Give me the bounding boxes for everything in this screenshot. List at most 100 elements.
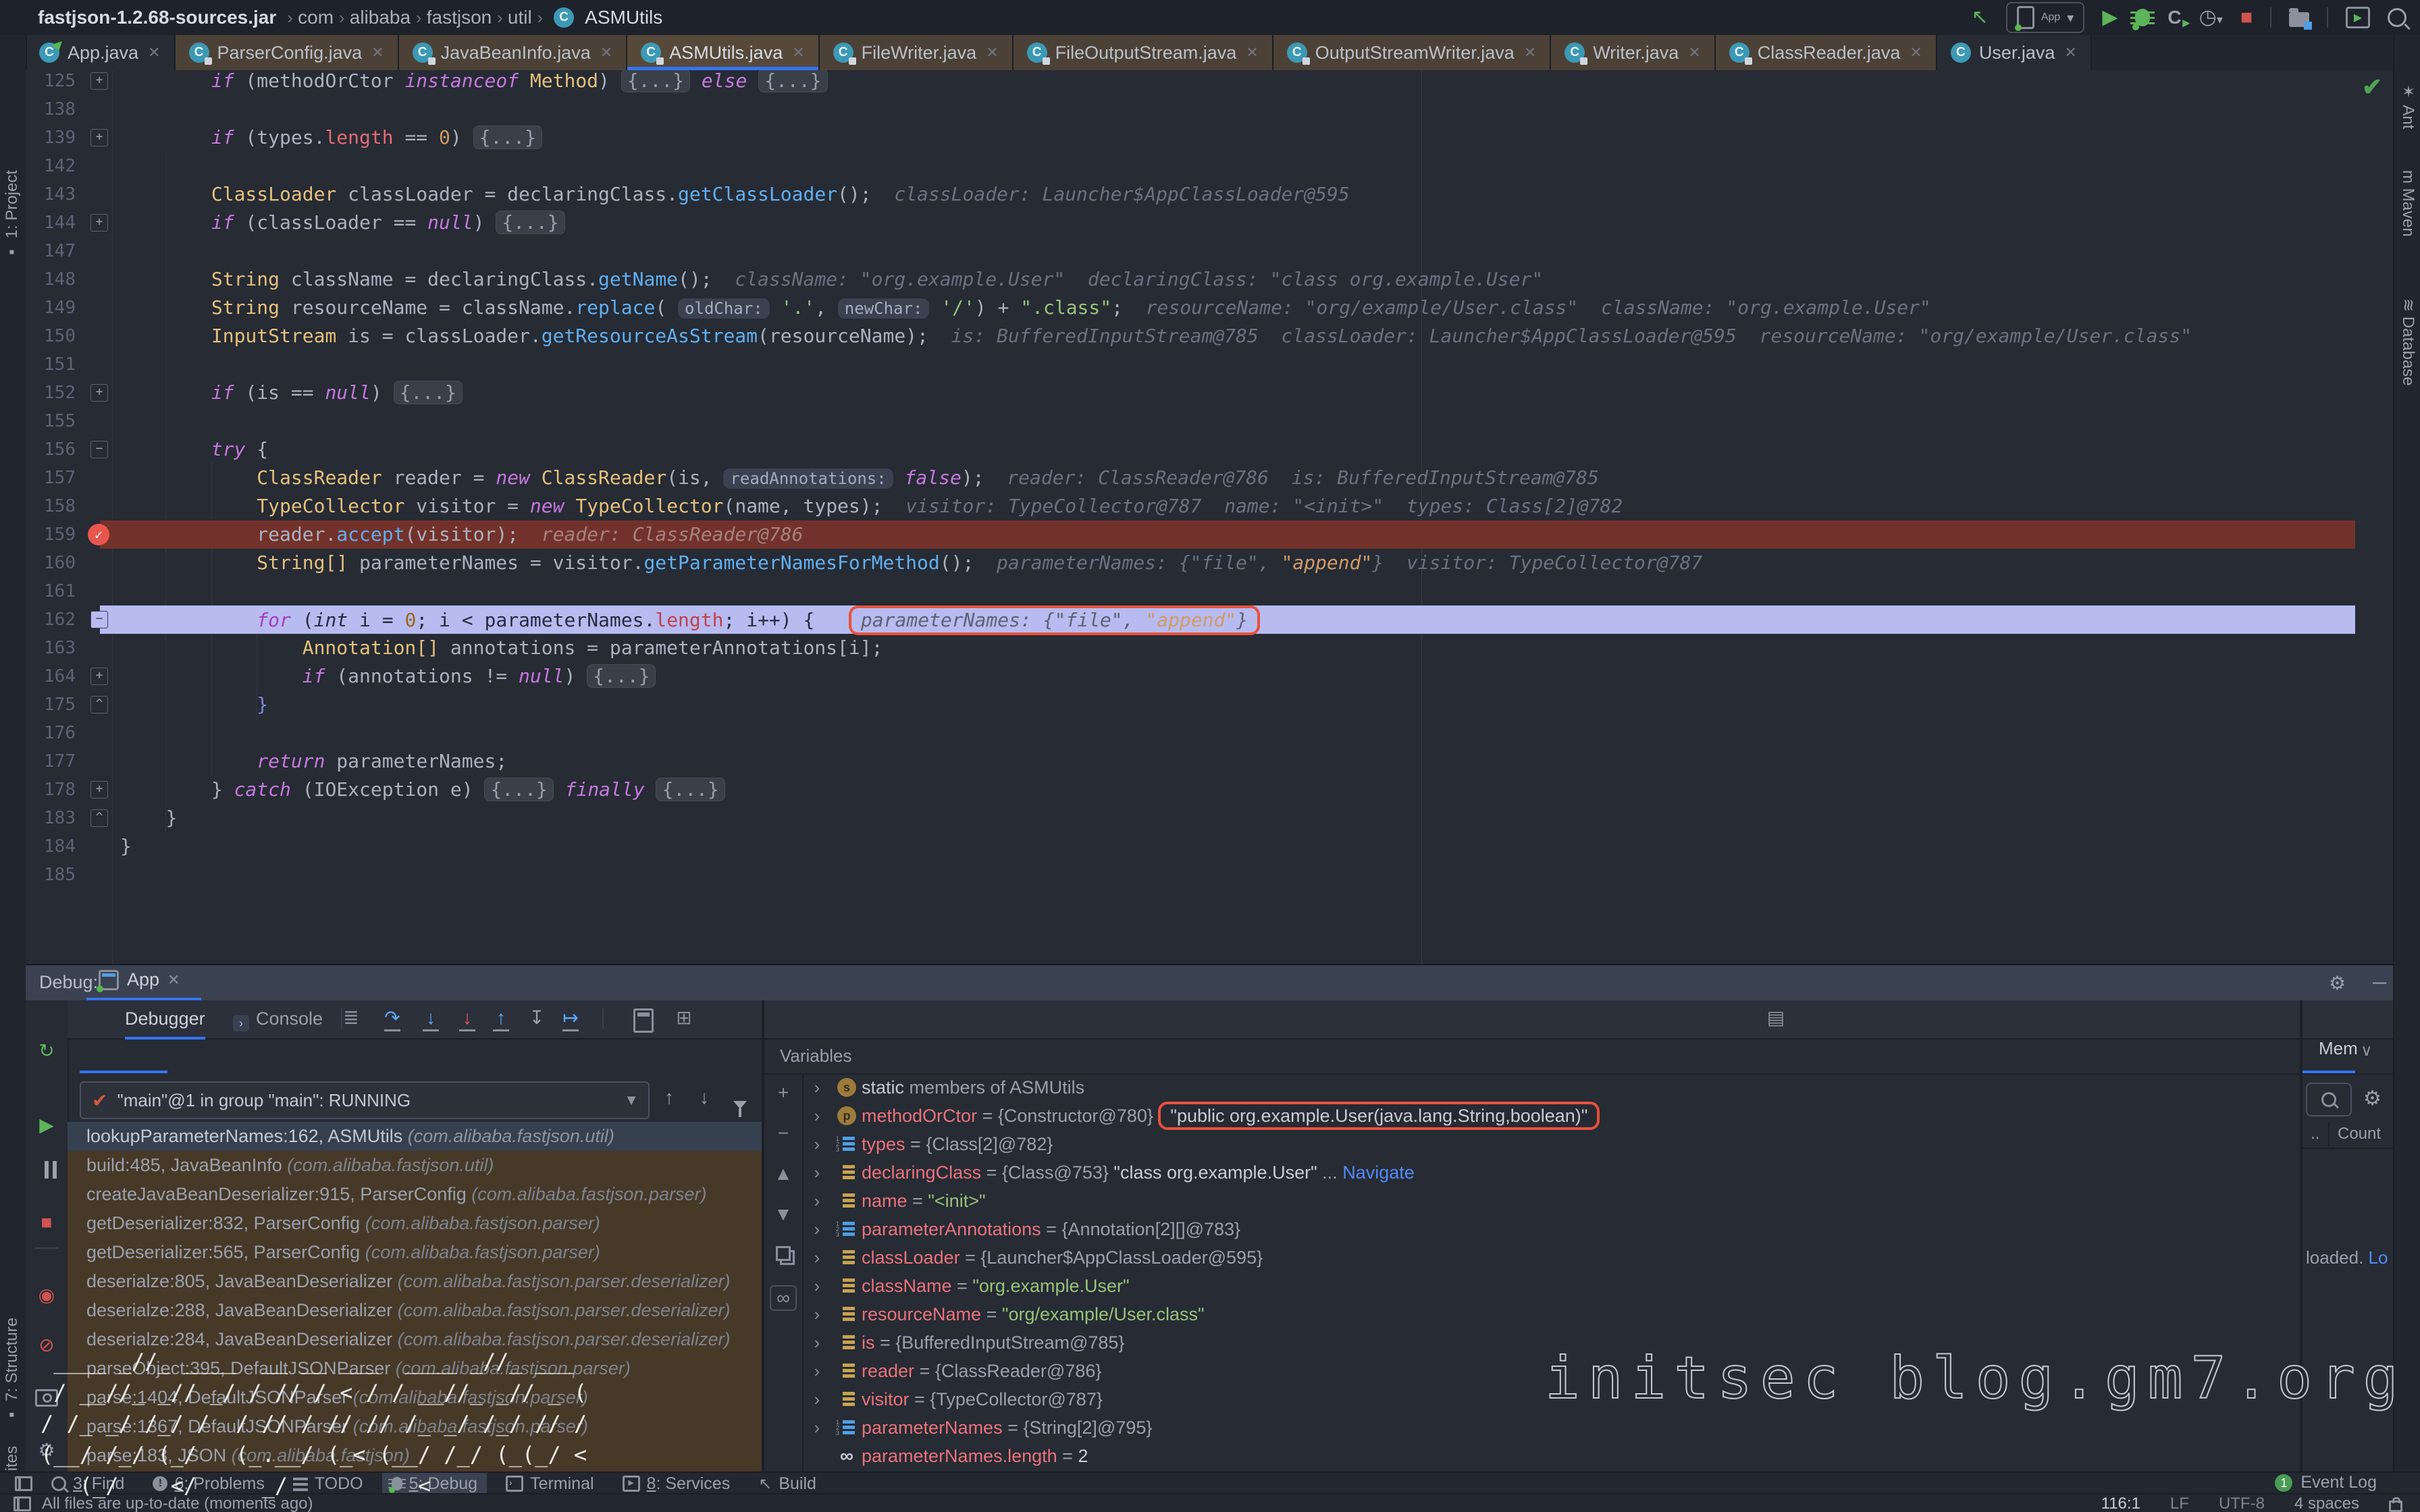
step-into-icon[interactable]: ↓ <box>419 1007 443 1031</box>
tab-debugger[interactable]: Debugger <box>125 1000 205 1040</box>
memory-col-count[interactable]: Count <box>2338 1125 2381 1143</box>
expand-chevron-icon[interactable]: › <box>802 1300 832 1328</box>
pause-button[interactable] <box>26 1161 68 1184</box>
close-icon[interactable]: ✕ <box>1524 44 1536 61</box>
code-line-163[interactable]: 163 Annotation[] annotations = parameter… <box>26 634 2393 662</box>
stack-frame-row[interactable]: parse:183, JSON (com.alibaba.fastjson) <box>68 1441 762 1470</box>
stack-frame-row[interactable]: createJavaBeanDeserializer:915, ParserCo… <box>68 1180 762 1209</box>
code-line-184[interactable]: 184} <box>26 832 2393 861</box>
coverage-button[interactable]: C <box>2167 7 2181 28</box>
profiler-button[interactable]: ◷▾ <box>2199 7 2223 28</box>
code-line-138[interactable]: 138 <box>26 95 2393 124</box>
indent-setting[interactable]: 4 spaces <box>2294 1494 2359 1512</box>
code-line-142[interactable]: 142 <box>26 152 2393 180</box>
editor-tab-OutputStreamWriter[interactable]: COutputStreamWriter.java✕ <box>1273 35 1552 70</box>
expand-chevron-icon[interactable]: › <box>802 1413 832 1442</box>
fold-collapse-icon[interactable]: − <box>90 611 108 628</box>
expand-chevron-icon[interactable]: › <box>802 1187 832 1215</box>
tool-window-button-todo[interactable]: TODO <box>284 1473 373 1494</box>
stack-frame-row[interactable]: deserialze:805, JavaBeanDeserializer (co… <box>68 1267 762 1296</box>
add-watch-button[interactable]: + <box>764 1081 802 1104</box>
stack-frame-row[interactable]: deserialze:288, JavaBeanDeserializer (co… <box>68 1296 762 1325</box>
frame-down-button[interactable]: ↓ <box>700 1087 709 1108</box>
vcs-update-icon[interactable]: ↖ <box>1972 7 1989 28</box>
tool-window-button-services[interactable]: ▶8: Services <box>613 1473 740 1494</box>
code-line-177[interactable]: 177 return parameterNames; <box>26 747 2393 776</box>
variable-row[interactable]: ›types = {Class[2]@782} <box>802 1130 2300 1158</box>
step-over-icon[interactable]: ↷ <box>380 1007 404 1031</box>
code-line-151[interactable]: 151 <box>26 350 2393 379</box>
event-log-button[interactable]: 1 Event Log <box>2275 1473 2377 1492</box>
fold-end-icon[interactable]: ^ <box>90 809 108 827</box>
code-line-155[interactable]: 155 <box>26 407 2393 435</box>
tool-window-button-debug[interactable]: 5: Debug <box>382 1473 487 1494</box>
file-encoding[interactable]: UTF-8 <box>2219 1494 2265 1512</box>
readonly-lock-icon[interactable] <box>2389 1501 2402 1512</box>
remove-watch-button[interactable]: − <box>764 1122 802 1145</box>
drop-frame-icon[interactable]: ↧ <box>525 1007 549 1031</box>
variable-row[interactable]: ›declaringClass = {Class@753} "class org… <box>802 1158 2300 1187</box>
code-line-143[interactable]: 143 ClassLoader classLoader = declaringC… <box>26 180 2393 209</box>
mute-breakpoints-button[interactable]: ⊘ <box>26 1334 68 1357</box>
tool-window-button-problems[interactable]: !6: Problems <box>143 1473 273 1494</box>
editor-tab-App[interactable]: CApp.java✕ <box>26 35 176 70</box>
close-icon[interactable]: ✕ <box>167 971 180 989</box>
step-out-icon[interactable]: ↑ <box>489 1007 513 1031</box>
search-everywhere-button[interactable] <box>2388 8 2406 27</box>
load-classes-link[interactable]: Lo <box>2369 1247 2388 1268</box>
code-line-183[interactable]: 183^ } <box>26 804 2393 832</box>
stack-frame-row[interactable]: parse:1404, DefaultJSONParser (com.aliba… <box>68 1383 762 1412</box>
editor-tab-ParserConfig[interactable]: CParserConfig.java✕ <box>176 35 399 70</box>
expand-chevron-icon[interactable]: › <box>802 1073 832 1102</box>
variable-row[interactable]: ›className = "org.example.User" <box>802 1272 2300 1300</box>
breadcrumb-item[interactable]: util <box>508 7 537 28</box>
code-line-148[interactable]: 148 String className = declaringClass.ge… <box>26 265 2393 294</box>
variable-row[interactable]: ›classLoader = {Launcher$AppClassLoader@… <box>802 1243 2300 1272</box>
editor-tab-ASMUtils[interactable]: CASMUtils.java✕ <box>627 35 819 70</box>
show-watches-toggle[interactable]: ∞ <box>770 1285 797 1311</box>
breadcrumb[interactable]: fastjson-1.2.68-sources.jar › com › alib… <box>0 7 662 28</box>
stack-frame-row[interactable]: deserialze:284, JavaBeanDeserializer (co… <box>68 1325 762 1354</box>
evaluate-expression-button[interactable] <box>633 1008 654 1033</box>
caret-position[interactable]: 116:1 <box>2101 1494 2140 1512</box>
code-editor[interactable]: 125+ if (methodOrCtor instanceof Method)… <box>26 70 2393 964</box>
variable-row[interactable]: ›sstatic members of ASMUtils <box>802 1073 2300 1102</box>
settings-button[interactable]: ⚙ <box>26 1439 68 1462</box>
close-icon[interactable]: ✕ <box>986 44 998 61</box>
move-watch-down-button[interactable]: ▼ <box>764 1203 802 1226</box>
code-line-162[interactable]: 162− for (int i = 0; i < parameterNames.… <box>26 605 2393 634</box>
editor-tab-JavaBeanInfo[interactable]: CJavaBeanInfo.java✕ <box>399 35 628 70</box>
tool-button-structure[interactable]: ▪ 7: Structure <box>3 1318 22 1424</box>
stack-frame-row[interactable]: getDeserializer:832, ParserConfig (com.a… <box>68 1209 762 1238</box>
code-line-185[interactable]: 185 <box>26 861 2393 889</box>
run-button[interactable]: ▶ <box>2102 7 2118 28</box>
code-line-175[interactable]: 175^ } <box>26 691 2393 719</box>
expand-chevron-icon[interactable]: › <box>802 1328 832 1357</box>
stop-button[interactable]: ■ <box>2240 7 2253 28</box>
layout-settings-icon[interactable]: ▤ <box>1764 1007 1788 1031</box>
tool-window-button-find[interactable]: 3: Find <box>42 1473 134 1494</box>
rerun-button[interactable]: ↻ <box>26 1040 68 1062</box>
resume-button[interactable]: ▶ <box>26 1114 68 1137</box>
expand-chevron-icon[interactable]: › <box>802 1215 832 1243</box>
variable-row[interactable]: ∞parameterNames.length = 2 <box>802 1442 2300 1470</box>
variable-row[interactable]: ›is = {BufferedInputStream@785} <box>802 1328 2300 1357</box>
variable-row[interactable]: ›name = "<init>" <box>802 1187 2300 1215</box>
fold-expand-icon[interactable]: + <box>90 384 108 402</box>
run-to-cursor-icon[interactable]: ↦ <box>558 1007 583 1031</box>
variable-row[interactable]: ›reader = {ClassReader@786} <box>802 1357 2300 1385</box>
filter-frames-icon[interactable] <box>733 1092 747 1114</box>
layout-icon[interactable]: ⊞ <box>672 1007 696 1031</box>
code-line-144[interactable]: 144+ if (classLoader == null) {...} <box>26 209 2393 237</box>
window-layout-icon[interactable] <box>15 1476 32 1491</box>
fold-expand-icon[interactable]: + <box>90 72 108 90</box>
expand-chevron-icon[interactable]: › <box>802 1158 832 1187</box>
memory-settings-icon[interactable]: ⚙ <box>2363 1087 2382 1110</box>
breadcrumb-item[interactable]: com <box>298 7 339 28</box>
tab-memory[interactable]: Mem <box>2319 1038 2358 1059</box>
code-line-125[interactable]: 125+ if (methodOrCtor instanceof Method)… <box>26 70 2393 95</box>
fold-collapse-icon[interactable]: − <box>90 441 108 458</box>
code-line-156[interactable]: 156− try { <box>26 435 2393 464</box>
memory-search-box[interactable] <box>2306 1083 2352 1116</box>
tool-button-database[interactable]: ≋ Database <box>2398 298 2417 386</box>
